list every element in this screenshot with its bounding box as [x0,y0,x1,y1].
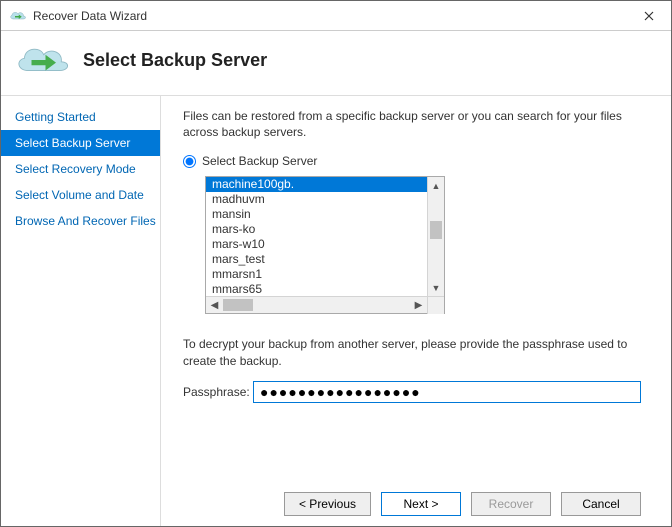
wizard-header: Select Backup Server [1,31,671,95]
decrypt-instruction: To decrypt your backup from another serv… [183,336,641,368]
scroll-left-arrow-icon[interactable]: ◀ [206,297,223,314]
cloud-arrow-icon [13,39,71,81]
server-option[interactable]: mmarsn1 [206,267,427,282]
page-title: Select Backup Server [83,50,267,71]
server-option[interactable]: madhuvm [206,192,427,207]
server-option[interactable]: mmars65 [206,282,427,296]
nav-item-select-volume-and-date[interactable]: Select Volume and Date [1,182,160,208]
next-button[interactable]: Next > [381,492,461,516]
horizontal-scroll-track[interactable] [223,297,410,313]
select-backup-server-radio[interactable]: Select Backup Server [183,154,641,168]
wizard-button-row: < Previous Next > Recover Cancel [183,482,641,516]
server-option[interactable]: mars-w10 [206,237,427,252]
passphrase-input[interactable] [253,381,641,403]
recover-button: Recover [471,492,551,516]
wizard-window: Recover Data Wizard Select Backup Server… [0,0,672,527]
app-icon [9,7,27,25]
close-icon [644,11,654,21]
vertical-scroll-thumb[interactable] [430,221,442,239]
wizard-body: Getting Started Select Backup Server Sel… [1,95,671,526]
instruction-text: Files can be restored from a specific ba… [183,108,641,140]
server-option[interactable]: machine100gb. [206,177,427,192]
scroll-down-arrow-icon[interactable]: ▼ [428,279,444,296]
nav-item-select-recovery-mode[interactable]: Select Recovery Mode [1,156,160,182]
scroll-right-arrow-icon[interactable]: ▶ [410,297,427,314]
horizontal-scroll-thumb[interactable] [223,299,253,311]
select-backup-server-radio-input[interactable] [183,155,196,168]
window-title: Recover Data Wizard [33,9,627,23]
nav-item-select-backup-server[interactable]: Select Backup Server [1,130,160,156]
server-option[interactable]: mars-ko [206,222,427,237]
select-backup-server-radio-label: Select Backup Server [202,154,317,168]
vertical-scrollbar[interactable]: ▲ ▼ [427,177,444,296]
nav-item-browse-and-recover[interactable]: Browse And Recover Files [1,208,160,234]
server-option[interactable]: mars_test [206,252,427,267]
passphrase-row: Passphrase: [183,381,641,403]
nav-item-getting-started[interactable]: Getting Started [1,104,160,130]
wizard-nav: Getting Started Select Backup Server Sel… [1,96,161,526]
horizontal-scrollbar[interactable]: ◀ ▶ [206,296,444,313]
wizard-content: Files can be restored from a specific ba… [161,96,671,526]
server-listbox[interactable]: machine100gb.madhuvmmansinmars-komars-w1… [205,176,445,314]
cancel-button[interactable]: Cancel [561,492,641,516]
scroll-up-arrow-icon[interactable]: ▲ [428,177,444,194]
passphrase-label: Passphrase: [183,385,253,399]
server-option[interactable]: mansin [206,207,427,222]
titlebar: Recover Data Wizard [1,1,671,31]
server-listbox-items[interactable]: machine100gb.madhuvmmansinmars-komars-w1… [206,177,427,296]
scrollbar-corner [427,297,444,314]
previous-button[interactable]: < Previous [284,492,371,516]
close-button[interactable] [627,1,671,31]
